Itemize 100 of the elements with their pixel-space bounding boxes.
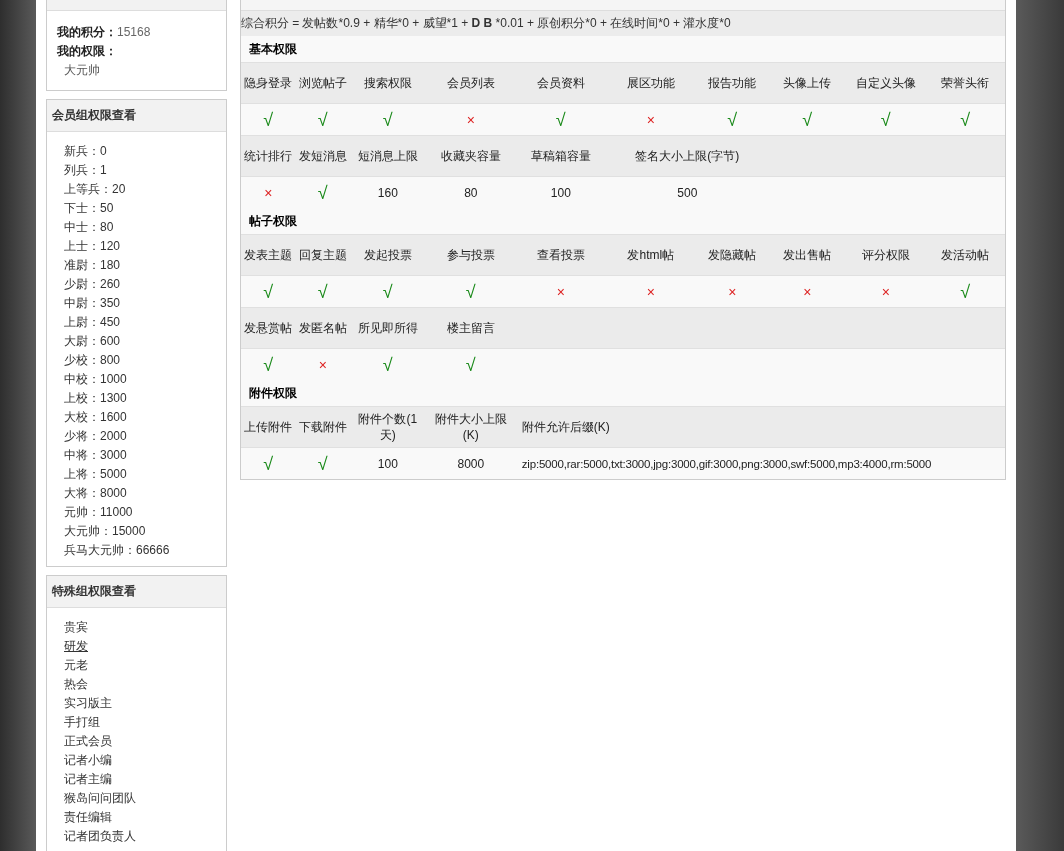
check-mark: √: [317, 455, 328, 472]
cross-mark: ×: [803, 283, 812, 300]
column-header: 附件允许后缀(K): [521, 419, 610, 435]
group-item: 大尉：600: [64, 333, 122, 350]
column-header: 会员资料: [536, 75, 585, 91]
group-link[interactable]: 元老: [64, 656, 221, 675]
column-header: 自定义头像: [855, 75, 916, 91]
column-header: 收藏夹容量: [440, 148, 501, 164]
check-mark: √: [382, 356, 393, 373]
column-header: 附件个数(1天): [357, 411, 419, 443]
group-item: 元帅：11000: [64, 504, 134, 521]
column-header: 发表主题: [244, 247, 293, 263]
group-item: 少将：2000: [64, 428, 128, 445]
group-item: 中将：3000: [64, 447, 128, 464]
group-item: 少校：800: [64, 352, 122, 369]
panel-title: 会员组权限查看: [47, 100, 226, 132]
column-header: 头像上传: [783, 75, 832, 91]
formula-text: 综合积分 = 发帖数*0.9 + 精华*0 + 威望*1 + D B *0.01 + 原创积分*0 + 在线时间*0 + 灌水度*0: [240, 16, 731, 30]
check-mark: √: [382, 111, 393, 128]
column-header: 回复主题: [298, 247, 347, 263]
column-header: 上传附件: [244, 419, 293, 435]
group-link[interactable]: 研发: [64, 637, 221, 656]
cross-mark: ×: [466, 111, 475, 128]
cross-mark: ×: [728, 283, 737, 300]
check-mark: √: [263, 356, 274, 373]
group-item: 中校：1000: [64, 371, 128, 388]
check-mark: √: [465, 283, 476, 300]
column-header: 浏览帖子: [298, 75, 347, 91]
table-cell-text: zip:5000,rar:5000,txt:3000,jpg:3000,gif:3000,png:3000,swf:5000,mp3:4000,rm:5000: [521, 456, 932, 472]
column-header: 统计排行: [244, 148, 293, 164]
table-cell: 100: [550, 184, 571, 201]
table-cell: 8000: [457, 455, 485, 472]
group-item: 准尉：180: [64, 257, 122, 274]
column-header: 展区功能: [626, 75, 675, 91]
column-header: 发匿名帖: [298, 320, 347, 336]
group-item: 新兵：0: [64, 143, 108, 160]
column-header: 评分权限: [861, 247, 910, 263]
check-mark: √: [317, 111, 328, 128]
column-header: 发隐藏帖: [708, 247, 757, 263]
cross-mark: ×: [556, 283, 565, 300]
column-header: 发悬赏帖: [244, 320, 293, 336]
panel-title: 特殊组权限查看: [47, 576, 226, 608]
table-cell: 80: [464, 184, 478, 201]
column-header: 报告功能: [708, 75, 757, 91]
column-header: 发活动帖: [941, 247, 990, 263]
group-link[interactable]: 正式会员: [64, 732, 221, 751]
cross-mark: ×: [881, 283, 890, 300]
column-header: 所见即所得: [357, 320, 418, 336]
group-link[interactable]: 记者团负责人: [64, 827, 221, 846]
check-mark: √: [802, 111, 813, 128]
group-link[interactable]: 热会: [64, 675, 221, 694]
check-mark: √: [263, 111, 274, 128]
group-link[interactable]: 记者主编: [64, 770, 221, 789]
column-header: 荣誉头衔: [941, 75, 990, 91]
column-header: 发html帖: [627, 247, 675, 263]
column-header: 楼主留言: [446, 320, 495, 336]
group-link[interactable]: 贵宾: [64, 618, 221, 637]
group-link[interactable]: 手打组: [64, 713, 221, 732]
column-header: 搜索权限: [363, 75, 412, 91]
column-header: 短消息上限: [357, 148, 418, 164]
group-item: 上士：120: [64, 238, 122, 255]
cross-mark: ×: [318, 356, 327, 373]
section-title: 基本权限: [248, 42, 297, 56]
check-mark: √: [317, 283, 328, 300]
section-title: 附件权限: [248, 386, 297, 400]
table-cell: 160: [377, 184, 398, 201]
column-header: 附件大小上限(K): [433, 411, 508, 443]
column-header: 查看投票: [536, 247, 585, 263]
check-mark: √: [263, 283, 274, 300]
group-item: 上尉：450: [64, 314, 122, 331]
group-item: 中士：80: [64, 219, 115, 236]
group-item: 中尉：350: [64, 295, 122, 312]
check-mark: √: [880, 111, 891, 128]
column-header: 发起投票: [363, 247, 412, 263]
check-mark: √: [727, 111, 738, 128]
group-item: 上校：1300: [64, 390, 128, 407]
column-header: 会员列表: [446, 75, 495, 91]
group-item: 下士：50: [64, 200, 115, 217]
group-item: 大将：8000: [64, 485, 128, 502]
column-header: 隐身登录: [244, 75, 293, 91]
check-mark: √: [465, 356, 476, 373]
group-link[interactable]: 责任编辑: [64, 808, 221, 827]
group-item: 大校：1600: [64, 409, 128, 426]
group-item: 列兵：1: [64, 162, 108, 179]
column-header: 参与投票: [446, 247, 495, 263]
check-mark: √: [317, 184, 328, 201]
group-link[interactable]: 猴岛问问团队: [64, 789, 221, 808]
cross-mark: ×: [646, 283, 655, 300]
column-header: 发出售帖: [783, 247, 832, 263]
section-title: 帖子权限: [248, 214, 297, 228]
check-mark: √: [960, 111, 971, 128]
group-link[interactable]: 实习版主: [64, 694, 221, 713]
table-cell: 100: [377, 455, 398, 472]
cross-mark: ×: [646, 111, 655, 128]
table-cell: 500: [677, 184, 698, 201]
points-label: 我的积分：: [57, 25, 117, 39]
check-mark: √: [960, 283, 971, 300]
group-link[interactable]: 记者小编: [64, 751, 221, 770]
group-item: 兵马大元帅：66666: [64, 542, 171, 559]
check-mark: √: [263, 455, 274, 472]
